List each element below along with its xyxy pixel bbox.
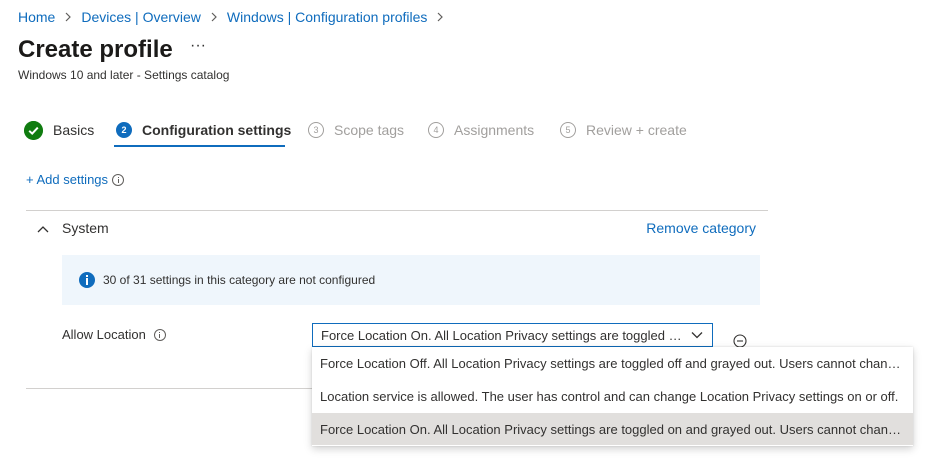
dropdown-option[interactable]: Force Location Off. All Location Privacy… xyxy=(312,347,913,379)
add-settings-link[interactable]: + Add settings xyxy=(26,172,125,187)
info-filled-icon xyxy=(79,272,95,288)
breadcrumb-home[interactable]: Home xyxy=(18,9,55,25)
dropdown-selected-value: Force Location On. All Location Privacy … xyxy=(321,327,686,343)
checkmark-circle-icon xyxy=(24,120,43,140)
step-number-icon: 3 xyxy=(308,122,324,138)
step-number-icon: 4 xyxy=(428,122,444,138)
info-icon[interactable] xyxy=(112,173,125,186)
chevron-right-icon xyxy=(65,12,72,22)
wizard-step-label: Assignments xyxy=(454,122,535,138)
allow-location-dropdown[interactable]: Force Location On. All Location Privacy … xyxy=(312,323,713,347)
option-label: Force Location Off. All Location Privacy… xyxy=(320,355,905,371)
active-step-indicator xyxy=(114,145,285,147)
page-title: Create profile xyxy=(18,36,173,63)
divider xyxy=(26,210,768,211)
chevron-down-icon xyxy=(691,332,703,339)
chevron-right-icon xyxy=(211,12,217,22)
chevron-up-icon[interactable] xyxy=(36,223,50,235)
option-label: Location service is allowed. The user ha… xyxy=(320,388,899,404)
wizard-step-scope-tags[interactable]: 3 Scope tags xyxy=(308,119,404,141)
breadcrumb: Home Devices | Overview Windows | Config… xyxy=(18,9,453,25)
wizard-step-label: Configuration settings xyxy=(142,122,292,138)
add-settings-label: + Add settings xyxy=(26,172,109,187)
step-number-icon: 5 xyxy=(560,122,576,138)
step-number-icon: 2 xyxy=(116,122,132,138)
wizard-step-assignments[interactable]: 4 Assignments xyxy=(428,119,534,141)
category-title: System xyxy=(62,220,109,236)
option-label: Force Location On. All Location Privacy … xyxy=(320,421,905,437)
remove-category-link[interactable]: Remove category xyxy=(646,220,756,236)
remove-setting-icon[interactable] xyxy=(733,334,747,348)
create-profile-page: Home Devices | Overview Windows | Config… xyxy=(0,0,939,470)
info-banner: 30 of 31 settings in this category are n… xyxy=(62,255,760,305)
divider xyxy=(26,388,316,389)
setting-label-text: Allow Location xyxy=(62,327,146,342)
wizard-step-label: Review + create xyxy=(586,122,687,138)
breadcrumb-configuration-profiles[interactable]: Windows | Configuration profiles xyxy=(227,9,428,25)
wizard-step-label: Basics xyxy=(53,122,95,138)
breadcrumb-devices-overview[interactable]: Devices | Overview xyxy=(81,9,201,25)
info-icon[interactable] xyxy=(153,328,166,341)
setting-label-allow-location: Allow Location xyxy=(62,327,166,342)
wizard-step-label: Scope tags xyxy=(334,122,405,138)
banner-text: 30 of 31 settings in this category are n… xyxy=(103,273,376,287)
chevron-right-icon xyxy=(438,12,444,22)
dropdown-option[interactable]: Location service is allowed. The user ha… xyxy=(312,380,913,412)
dropdown-option-selected[interactable]: Force Location On. All Location Privacy … xyxy=(312,413,913,445)
wizard-step-basics[interactable]: Basics xyxy=(24,119,94,141)
wizard-step-configuration-settings[interactable]: 2 Configuration settings xyxy=(116,119,291,141)
wizard-step-review-create[interactable]: 5 Review + create xyxy=(560,119,687,141)
more-options-button[interactable]: ··· xyxy=(190,38,206,58)
page-subtitle: Windows 10 and later - Settings catalog xyxy=(18,68,230,82)
dropdown-listbox: Force Location Off. All Location Privacy… xyxy=(312,347,913,446)
